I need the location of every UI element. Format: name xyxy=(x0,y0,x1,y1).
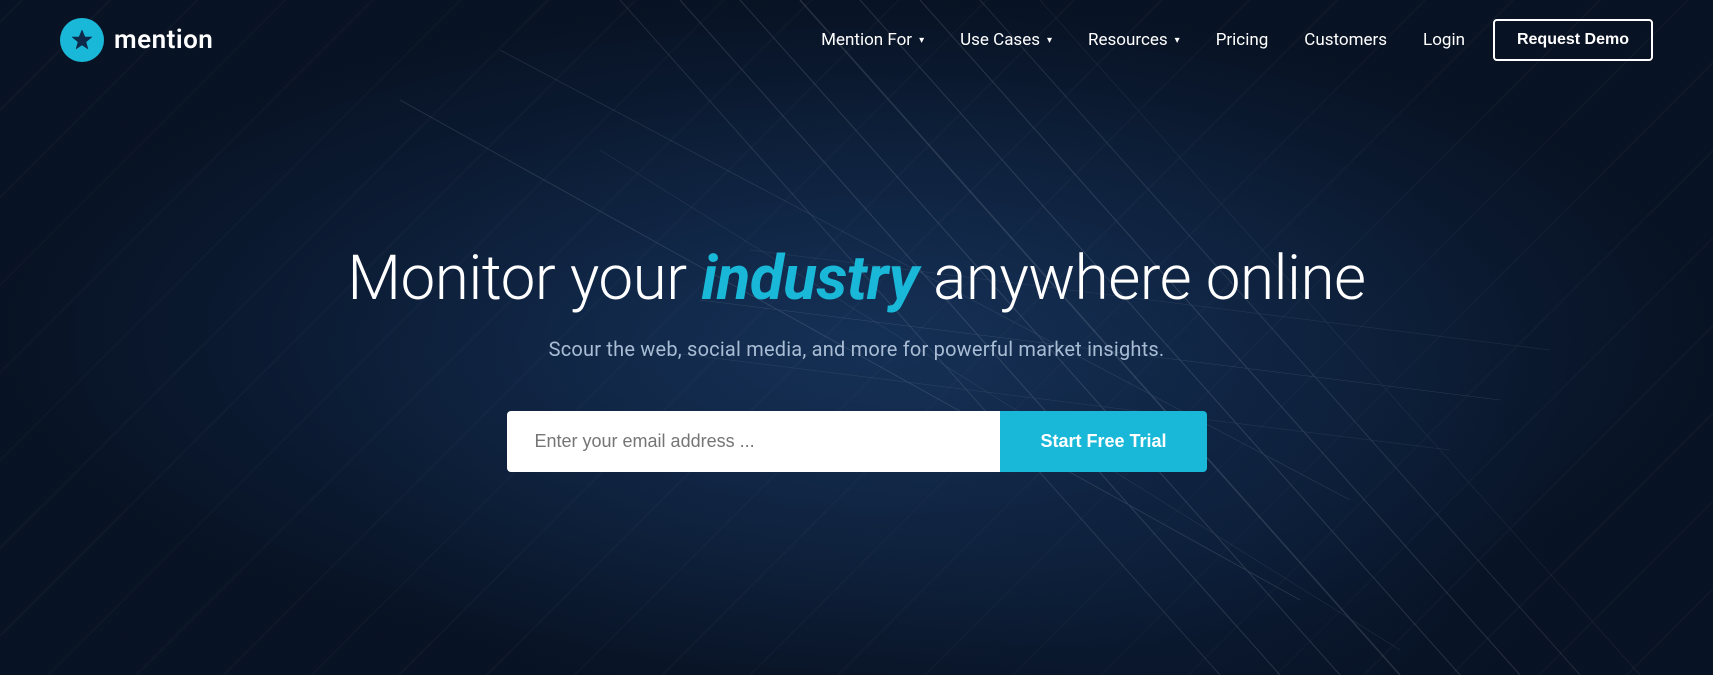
hero-cta-form: Start Free Trial xyxy=(507,411,1207,472)
nav-link-login[interactable]: Login xyxy=(1409,22,1479,58)
chevron-down-icon: ▾ xyxy=(919,35,924,46)
start-free-trial-button[interactable]: Start Free Trial xyxy=(1000,411,1206,472)
nav-item-pricing: Pricing xyxy=(1202,22,1283,58)
hero-section: mention Mention For ▾ Use Cases ▾ Resour… xyxy=(0,0,1713,675)
nav-item-use-cases: Use Cases ▾ xyxy=(946,22,1066,58)
nav-links: Mention For ▾ Use Cases ▾ Resources ▾ Pr… xyxy=(807,22,1479,58)
nav-item-mention-for: Mention For ▾ xyxy=(807,22,938,58)
email-input[interactable] xyxy=(507,411,1001,472)
nav-link-use-cases[interactable]: Use Cases ▾ xyxy=(946,22,1066,58)
nav-item-resources: Resources ▾ xyxy=(1074,22,1194,58)
hero-content: Monitor your industry anywhere online Sc… xyxy=(0,80,1713,675)
request-demo-button[interactable]: Request Demo xyxy=(1493,19,1653,61)
logo-text: mention xyxy=(114,25,213,55)
hero-subtitle: Scour the web, social media, and more fo… xyxy=(549,337,1165,361)
nav-item-login: Login xyxy=(1409,22,1479,58)
nav-link-mention-for[interactable]: Mention For ▾ xyxy=(807,22,938,58)
hero-title: Monitor your industry anywhere online xyxy=(347,243,1365,314)
logo-icon xyxy=(60,18,104,62)
nav-link-resources[interactable]: Resources ▾ xyxy=(1074,22,1194,58)
logo-link[interactable]: mention xyxy=(60,18,213,62)
chevron-down-icon: ▾ xyxy=(1047,35,1052,46)
hero-title-prefix: Monitor your xyxy=(347,242,701,315)
nav-item-customers: Customers xyxy=(1290,22,1401,58)
hero-title-suffix: anywhere online xyxy=(918,242,1365,315)
nav-link-pricing[interactable]: Pricing xyxy=(1202,22,1283,58)
navbar: mention Mention For ▾ Use Cases ▾ Resour… xyxy=(0,0,1713,80)
nav-link-customers[interactable]: Customers xyxy=(1290,22,1401,58)
hero-title-highlight: industry xyxy=(701,242,918,315)
chevron-down-icon: ▾ xyxy=(1175,35,1180,46)
